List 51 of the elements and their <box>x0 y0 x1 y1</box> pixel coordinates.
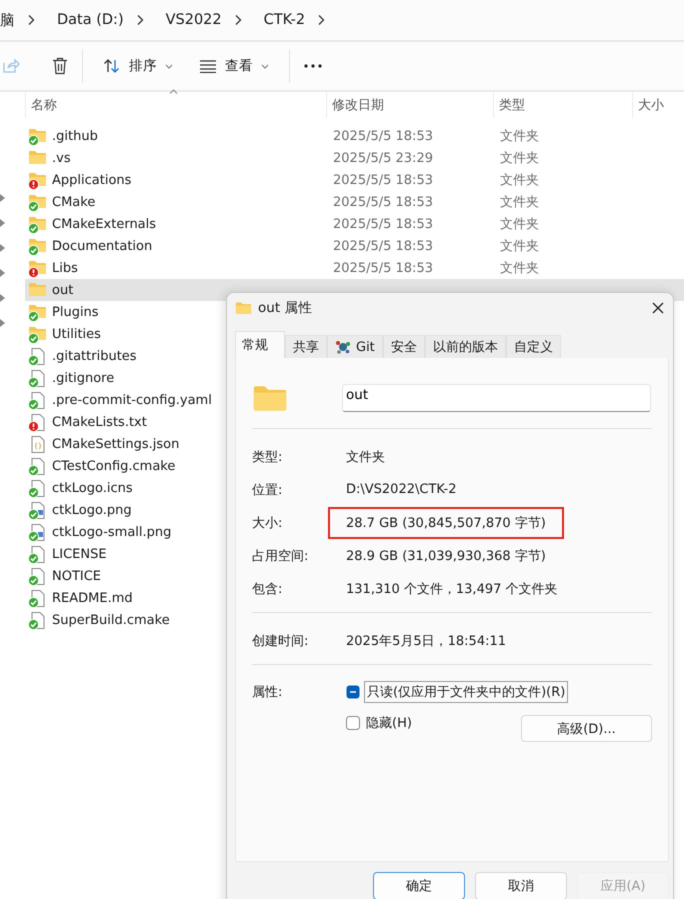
file-type: 文件夹 <box>500 261 539 276</box>
property-value: D:\VS2022\CTK-2 <box>346 481 457 499</box>
file-name: Plugins <box>52 304 99 320</box>
file-name: ctkLogo.icns <box>52 480 133 496</box>
property-value: 131,310 个文件，13,497 个文件夹 <box>346 580 558 598</box>
file-name: CTestConfig.cmake <box>52 458 176 474</box>
property-value: 文件夹 <box>346 448 385 466</box>
property-label: 位置: <box>252 482 284 498</box>
file-name: .github <box>52 128 98 144</box>
window-title: out 属性 <box>258 299 312 317</box>
file-name: ctkLogo.png <box>52 502 132 518</box>
property-value: 2025年5月5日，18:54:11 <box>346 632 506 650</box>
file-type: 文件夹 <box>500 129 539 144</box>
modified-date: 2025/5/5 18:53 <box>333 238 433 254</box>
property-label: 属性: <box>252 684 284 702</box>
file-name: Utilities <box>52 326 101 342</box>
modified-date: 2025/5/5 18:53 <box>333 172 433 188</box>
file-name: CMakeLists.txt <box>52 414 147 430</box>
property-value: 28.7 GB (30,845,507,870 字节) <box>330 508 562 536</box>
file-name: Documentation <box>52 238 152 254</box>
modified-date: 2025/5/5 18:53 <box>333 260 433 276</box>
modified-date: 2025/5/5 18:53 <box>333 128 433 144</box>
file-name: README.md <box>52 590 133 606</box>
file-name: NOTICE <box>52 568 102 584</box>
file-name: .gitattributes <box>52 348 137 364</box>
modified-date: 2025/5/5 18:53 <box>333 194 433 210</box>
file-name: Applications <box>52 172 132 188</box>
file-name: .pre-commit-config.yaml <box>52 392 212 408</box>
file-name: out <box>52 282 74 298</box>
property-label: 占用空间: <box>252 548 310 564</box>
file-name: ctkLogo-small.png <box>52 524 172 540</box>
file-name: .vs <box>52 150 71 166</box>
modified-date: 2025/5/5 23:29 <box>333 150 433 166</box>
file-name: CMake <box>52 194 96 210</box>
property-label: 类型: <box>252 448 284 466</box>
file-type: 文件夹 <box>500 151 539 166</box>
file-name: .gitignore <box>52 370 114 386</box>
property-label: 创建时间: <box>252 632 310 650</box>
file-name: CMakeExternals <box>52 216 156 232</box>
file-type: 文件夹 <box>500 239 539 254</box>
file-type: 文件夹 <box>500 217 539 232</box>
property-label: 大小: <box>252 514 284 532</box>
modified-date: 2025/5/5 18:53 <box>333 216 433 232</box>
file-name: LICENSE <box>52 546 107 562</box>
property-value: 28.9 GB (31,039,930,368 字节) <box>346 548 546 566</box>
file-name: Libs <box>52 260 78 276</box>
property-label: 包含: <box>252 580 284 598</box>
file-name: SuperBuild.cmake <box>52 612 170 628</box>
file-name: CMakeSettings.json <box>52 436 180 452</box>
file-type: 文件夹 <box>500 173 539 188</box>
file-type: 文件夹 <box>500 195 539 210</box>
